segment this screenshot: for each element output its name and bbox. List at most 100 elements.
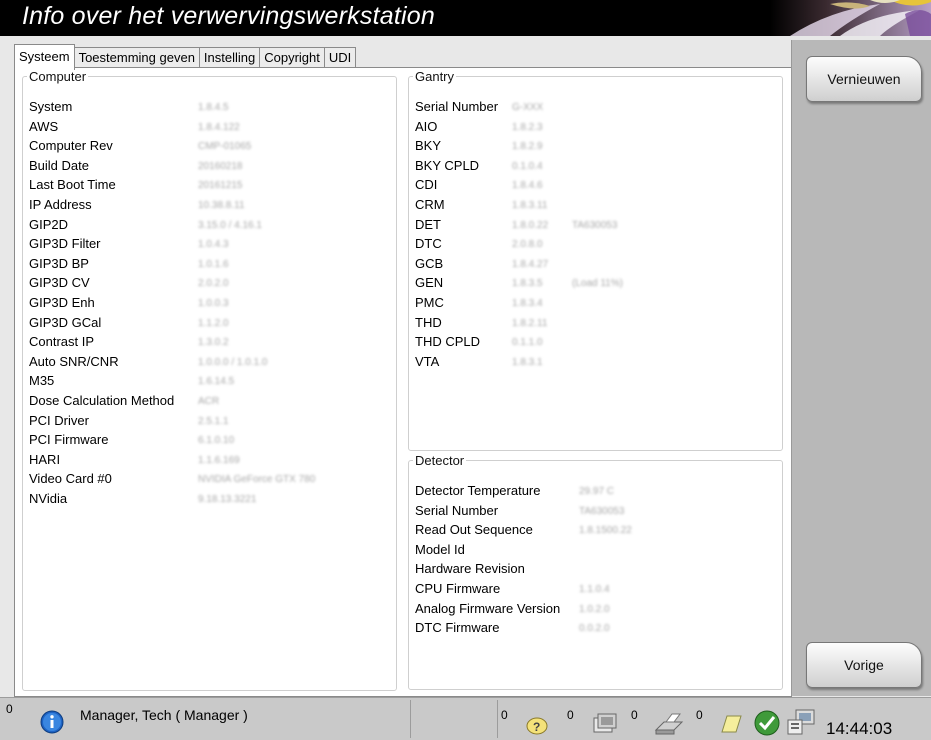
field-label: Detector Temperature (415, 483, 541, 498)
field-label: Model Id (415, 541, 465, 557)
field-value: 0.0.2.0 (579, 623, 610, 635)
field-label: AIO (415, 118, 438, 134)
field-value: CMP-01065 (198, 141, 252, 153)
tab-toestemming-geven[interactable]: Toestemming geven (73, 47, 200, 68)
computer-row-system: System 1.8.4.5 (29, 97, 229, 117)
gantry-row-bky-cpld: BKY CPLD 0.1.0.4 (415, 156, 543, 176)
print-count: 0 (631, 708, 638, 722)
field-value: G-XXX (512, 102, 544, 113)
field-value: NVIDIA GeForce GTX 780 (198, 474, 316, 486)
help-icon[interactable]: ? (525, 712, 549, 736)
field-value: 1.8.0.22 (512, 219, 549, 231)
field-label: THD (415, 314, 442, 330)
field-value: 29.97 C (579, 486, 615, 497)
gantry-row-cdi: CDI 1.8.4.6 (415, 175, 543, 195)
field-label: CDI (415, 177, 438, 193)
right-sidebar: Vernieuwen Vorige (791, 40, 931, 696)
gantry-row-aio: AIO 1.8.2.3 (415, 117, 543, 137)
gantry-row-bky: BKY 1.8.2.9 (415, 136, 543, 156)
field-label: System (29, 99, 73, 114)
field-value: 1.1.6.169 (198, 454, 240, 466)
computer-group: Computer System 1.8.4.5 AWS 1.8.4.122 Comput… (22, 69, 397, 691)
field-value: 6.1.0.10 (198, 435, 235, 447)
field-value: 1.8.4.5 (198, 102, 229, 113)
field-value: 20161215 (198, 180, 243, 192)
status-bar: 0 Manager, Tech ( Manager ) 0 ? 0 0 0 14… (0, 697, 931, 740)
computer-row-gip3d-filter: GIP3D Filter 1.0.4.3 (29, 234, 229, 254)
transfer-queue-icon[interactable] (590, 712, 620, 736)
field-value: 2.0.8.0 (512, 239, 543, 251)
gantry-row-vta: VTA 1.8.3.1 (415, 352, 543, 372)
computer-row-last-boot-time: Last Boot Time 20161215 (29, 175, 243, 195)
field-value: 1.0.1.6 (198, 258, 229, 270)
field-value: 1.6.14.5 (198, 376, 235, 388)
field-extra-value: TA630053 (572, 219, 618, 231)
queue-count: 0 (567, 708, 574, 722)
computer-row-pci-firmware: PCI Firmware 6.1.0.10 (29, 430, 234, 450)
field-label: GIP3D CV (29, 275, 90, 291)
network-status-icon[interactable] (786, 708, 820, 738)
field-label: HARI (29, 451, 61, 467)
field-label: THD CPLD (415, 334, 481, 350)
refresh-button[interactable]: Vernieuwen (806, 56, 922, 102)
computer-row-nvidia: NVidia 9.18.13.3221 (29, 489, 256, 509)
system-ok-icon[interactable] (754, 710, 780, 736)
gantry-row-thd: THD 1.8.2.11 (415, 313, 547, 333)
computer-row-dose-calculation-method: Dose Calculation Method ACR (29, 391, 219, 411)
field-value: 2.0.2.0 (198, 278, 229, 290)
computer-row-contrast-ip: Contrast IP 1.3.0.2 (29, 332, 229, 352)
field-label: BKY CPLD (415, 157, 480, 173)
field-value: 1.8.2.3 (512, 121, 543, 133)
field-label: DTC Firmware (415, 620, 500, 636)
field-label: GIP3D GCal (29, 314, 102, 330)
computer-row-video-card-0: Video Card #0 NVIDIA GeForce GTX 780 (29, 469, 315, 489)
current-user: Manager, Tech ( Manager ) (80, 707, 248, 723)
field-label: GIP2D (29, 216, 69, 232)
notes-icon[interactable] (719, 712, 743, 736)
gantry-group: Gantry Serial Number G-XXX AIO 1.8.2.3 BKY 1.… (408, 69, 783, 451)
field-label: GIP3D BP (29, 255, 89, 271)
window-title: Info over het verwervingswerkstation (22, 2, 435, 30)
field-label: PMC (415, 295, 444, 310)
field-value: 2.5.1.1 (198, 415, 229, 427)
field-label: Dose Calculation Method (29, 393, 175, 408)
flower-banner-image (770, 0, 931, 36)
field-value: 0.1.1.0 (512, 337, 543, 349)
field-label: Analog Firmware Version (415, 600, 561, 616)
field-label: Contrast IP (29, 334, 95, 350)
computer-row-build-date: Build Date 20160218 (29, 156, 243, 176)
field-label: M35 (29, 373, 55, 389)
tab-udi[interactable]: UDI (323, 47, 357, 68)
field-label: GIP3D Filter (29, 236, 101, 252)
tab-instelling[interactable]: Instelling (198, 47, 261, 68)
gantry-row-crm: CRM 1.8.3.11 (415, 195, 547, 215)
computer-row-computer-rev: Computer Rev CMP-01065 (29, 136, 251, 156)
help-count: 0 (501, 708, 508, 722)
gantry-row-pmc: PMC 1.8.3.4 (415, 293, 543, 313)
system-info-panel: Computer System 1.8.4.5 AWS 1.8.4.122 Comput… (14, 67, 792, 697)
print-queue-icon[interactable] (654, 712, 684, 736)
detector-row-analog-firmware-version: Analog Firmware Version 1.0.2.0 (415, 599, 610, 619)
gantry-row-gcb: GCB 1.8.4.27 (415, 254, 548, 274)
field-value: 1.8.3.4 (512, 298, 543, 309)
detector-row-serial-number: Serial Number TA630053 (415, 501, 624, 521)
field-value: 1.3.0.2 (198, 337, 229, 349)
tab-copyright[interactable]: Copyright (259, 47, 325, 68)
field-label: GIP3D Enh (29, 295, 95, 310)
back-button[interactable]: Vorige (806, 642, 922, 688)
computer-row-aws: AWS 1.8.4.122 (29, 117, 240, 137)
gantry-row-dtc: DTC 2.0.8.0 (415, 234, 543, 254)
tab-systeem[interactable]: Systeem (14, 44, 75, 70)
detector-row-dtc-firmware: DTC Firmware 0.0.2.0 (415, 618, 610, 638)
field-value: ACR (198, 396, 220, 407)
computer-row-ip-address: IP Address 10.38.8.11 (29, 195, 245, 215)
field-value: 1.8.2.11 (512, 317, 548, 329)
computer-row-gip3d-gcal: GIP3D GCal 1.1.2.0 (29, 313, 229, 333)
notes-count: 0 (696, 708, 703, 722)
computer-row-gip3d-cv: GIP3D CV 2.0.2.0 (29, 273, 229, 293)
computer-row-gip3d-bp: GIP3D BP 1.0.1.6 (29, 254, 229, 274)
info-icon[interactable] (40, 710, 64, 734)
alert-count: 0 (6, 702, 13, 716)
field-label: Hardware Revision (415, 561, 525, 577)
field-label: Auto SNR/CNR (29, 353, 119, 369)
